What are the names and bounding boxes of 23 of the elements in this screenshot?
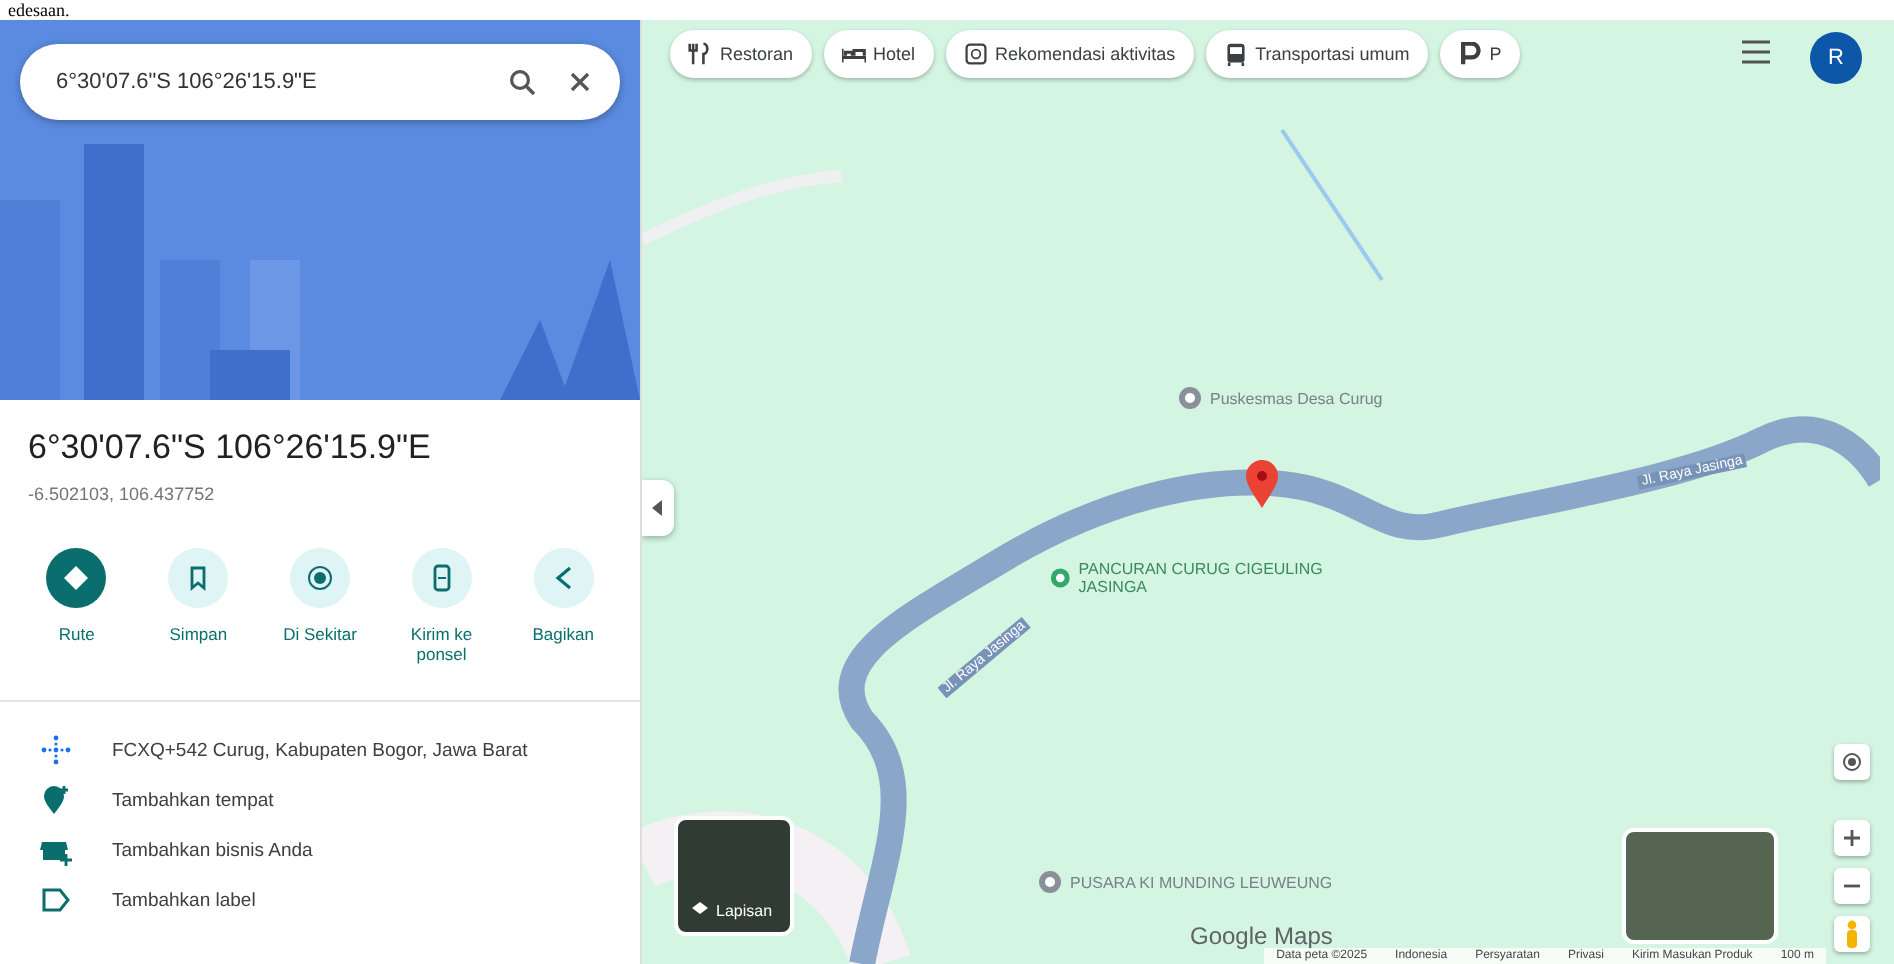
route-action-button[interactable]: Rute	[18, 548, 135, 664]
info-row[interactable]: Tambahkan label	[0, 884, 640, 916]
info-row[interactable]: FCXQ+542 Curug, Kabupaten Bogor, Jawa Barat	[0, 734, 640, 766]
document-text-fragment: edesaan.	[6, 0, 70, 20]
category-chip[interactable]: Transportasi umum	[1205, 30, 1428, 78]
category-chip[interactable]: Restoran	[670, 30, 812, 78]
layers-button[interactable]: Lapisan	[674, 816, 794, 936]
save-action-button[interactable]: Simpan	[140, 548, 257, 664]
map-brand-text: Google Maps	[1190, 922, 1333, 950]
search-field[interactable]: 6°30'07.6"S 106°26'15.9"E	[52, 68, 484, 96]
account-avatar[interactable]: R	[1810, 32, 1862, 84]
search-bar[interactable]: 6°30'07.6"S 106°26'15.9"E	[20, 44, 620, 120]
category-chip[interactable]: Hotel	[823, 30, 934, 78]
info-row[interactable]: Tambahkan tempat	[0, 784, 640, 816]
phone-action-button[interactable]: Kirim ke ponsel	[383, 548, 500, 664]
coordinates-text: -6.502103, 106.437752	[28, 484, 217, 504]
share-action-button[interactable]: Bagikan	[505, 548, 622, 664]
category-chip[interactable]: Rekomendasi aktivitas	[945, 30, 1194, 78]
nearby-action-button[interactable]: Di Sekitar	[261, 548, 378, 664]
place-title: 6°30'07.6"S 106°26'15.9"E	[28, 428, 433, 468]
category-chip[interactable]: P	[1439, 30, 1520, 78]
info-row[interactable]: Tambahkan bisnis Anda	[0, 834, 640, 866]
map-place-label[interactable]: PANCURAN CURUG CIGEULING JASINGA	[1078, 560, 1350, 596]
